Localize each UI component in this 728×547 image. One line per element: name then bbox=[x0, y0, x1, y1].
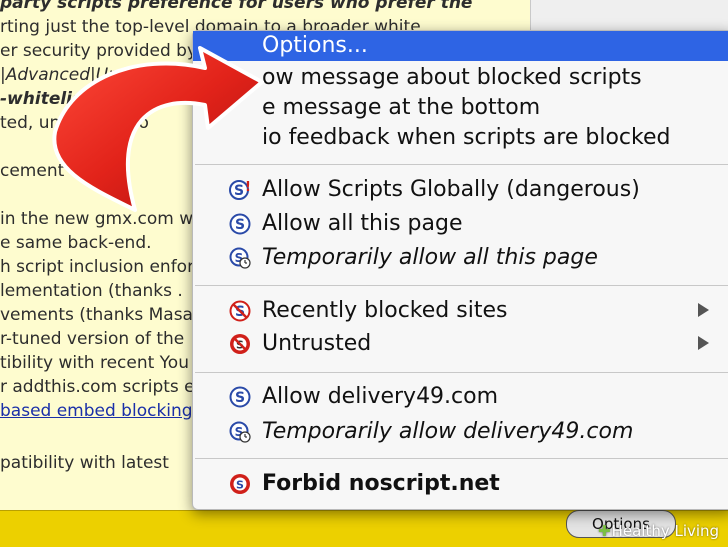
menu-item-allow-page[interactable]: S Allow all this page bbox=[193, 209, 728, 239]
bg-text-line: r-tuned version of the bbox=[0, 329, 185, 349]
bg-text-line: tibility with recent You bbox=[0, 353, 189, 373]
svg-text:S: S bbox=[235, 390, 245, 406]
noscript-temp-icon: S bbox=[229, 421, 251, 443]
noscript-recent-icon: S bbox=[229, 300, 251, 322]
menu-item-label: Allow delivery49.com bbox=[262, 384, 499, 409]
bg-text-line: lementation (thanks . bbox=[0, 281, 183, 301]
menu-item-label: Temporarily allow all this page bbox=[262, 245, 598, 270]
menu-item-allow-domain[interactable]: S Allow delivery49.com bbox=[193, 382, 728, 412]
submenu-arrow-icon bbox=[698, 336, 709, 350]
menu-item-allow-globally[interactable]: S! Allow Scripts Globally (dangerous) bbox=[193, 175, 728, 205]
noscript-untrusted-icon: S bbox=[230, 334, 250, 354]
menu-item-label: Allow all this page bbox=[262, 211, 463, 236]
menu-separator bbox=[195, 372, 728, 373]
menu-separator bbox=[195, 285, 728, 286]
menu-item-recently-blocked[interactable]: S Recently blocked sites bbox=[193, 296, 728, 326]
menu-item-label: Recently blocked sites bbox=[262, 298, 508, 323]
menu-item-label: Temporarily allow delivery49.com bbox=[262, 419, 634, 444]
menu-item-temp-allow-domain[interactable]: S Temporarily allow delivery49.com bbox=[193, 417, 728, 447]
menu-item-show-message[interactable]: ow message about blocked scripts bbox=[193, 63, 728, 93]
menu-item-label: ow message about blocked scripts bbox=[262, 65, 642, 90]
noscript-forbid-icon: S bbox=[230, 474, 250, 494]
menu-item-label: Allow Scripts Globally (dangerous) bbox=[262, 177, 640, 202]
menu-separator bbox=[195, 164, 728, 165]
noscript-allow-icon: S bbox=[229, 386, 251, 408]
menu-item-label: Options... bbox=[262, 33, 368, 58]
menu-separator bbox=[195, 458, 728, 459]
bg-text-line: r addthis.com scripts e bbox=[0, 377, 195, 397]
menu-item-label: Forbid noscript.net bbox=[262, 471, 500, 496]
submenu-arrow-icon bbox=[698, 303, 709, 317]
bg-text-line: party scripts preference for users who p… bbox=[0, 0, 473, 13]
menu-item-temp-allow-page[interactable]: S Temporarily allow all this page bbox=[193, 243, 728, 273]
bg-text-line: h script inclusion enfor bbox=[0, 257, 195, 277]
bg-text-line: vements (thanks Masat bbox=[0, 305, 200, 325]
watermark: ✚Healthy Living bbox=[598, 522, 720, 540]
bg-text-line: e same back-end. bbox=[0, 233, 152, 253]
menu-item-label: io feedback when scripts are blocked bbox=[262, 125, 671, 150]
menu-item-untrusted[interactable]: S Untrusted bbox=[193, 329, 728, 359]
menu-item-label: Untrusted bbox=[262, 331, 372, 356]
noscript-context-menu: Options... ow message about blocked scri… bbox=[192, 30, 728, 510]
bg-link[interactable]: based embed blocking bbox=[0, 400, 193, 422]
menu-item-audio-feedback[interactable]: io feedback when scripts are blocked bbox=[193, 123, 728, 153]
bg-text-line: patibility with latest bbox=[0, 453, 169, 473]
noscript-temp-icon: S bbox=[229, 247, 251, 269]
red-curved-arrow bbox=[52, 46, 264, 212]
svg-text:S: S bbox=[236, 479, 244, 492]
menu-item-options[interactable]: Options... bbox=[193, 31, 728, 61]
menu-item-message-bottom[interactable]: e message at the bottom bbox=[193, 93, 728, 123]
menu-item-forbid-domain[interactable]: S Forbid noscript.net bbox=[193, 469, 728, 499]
menu-item-label: e message at the bottom bbox=[262, 95, 541, 120]
